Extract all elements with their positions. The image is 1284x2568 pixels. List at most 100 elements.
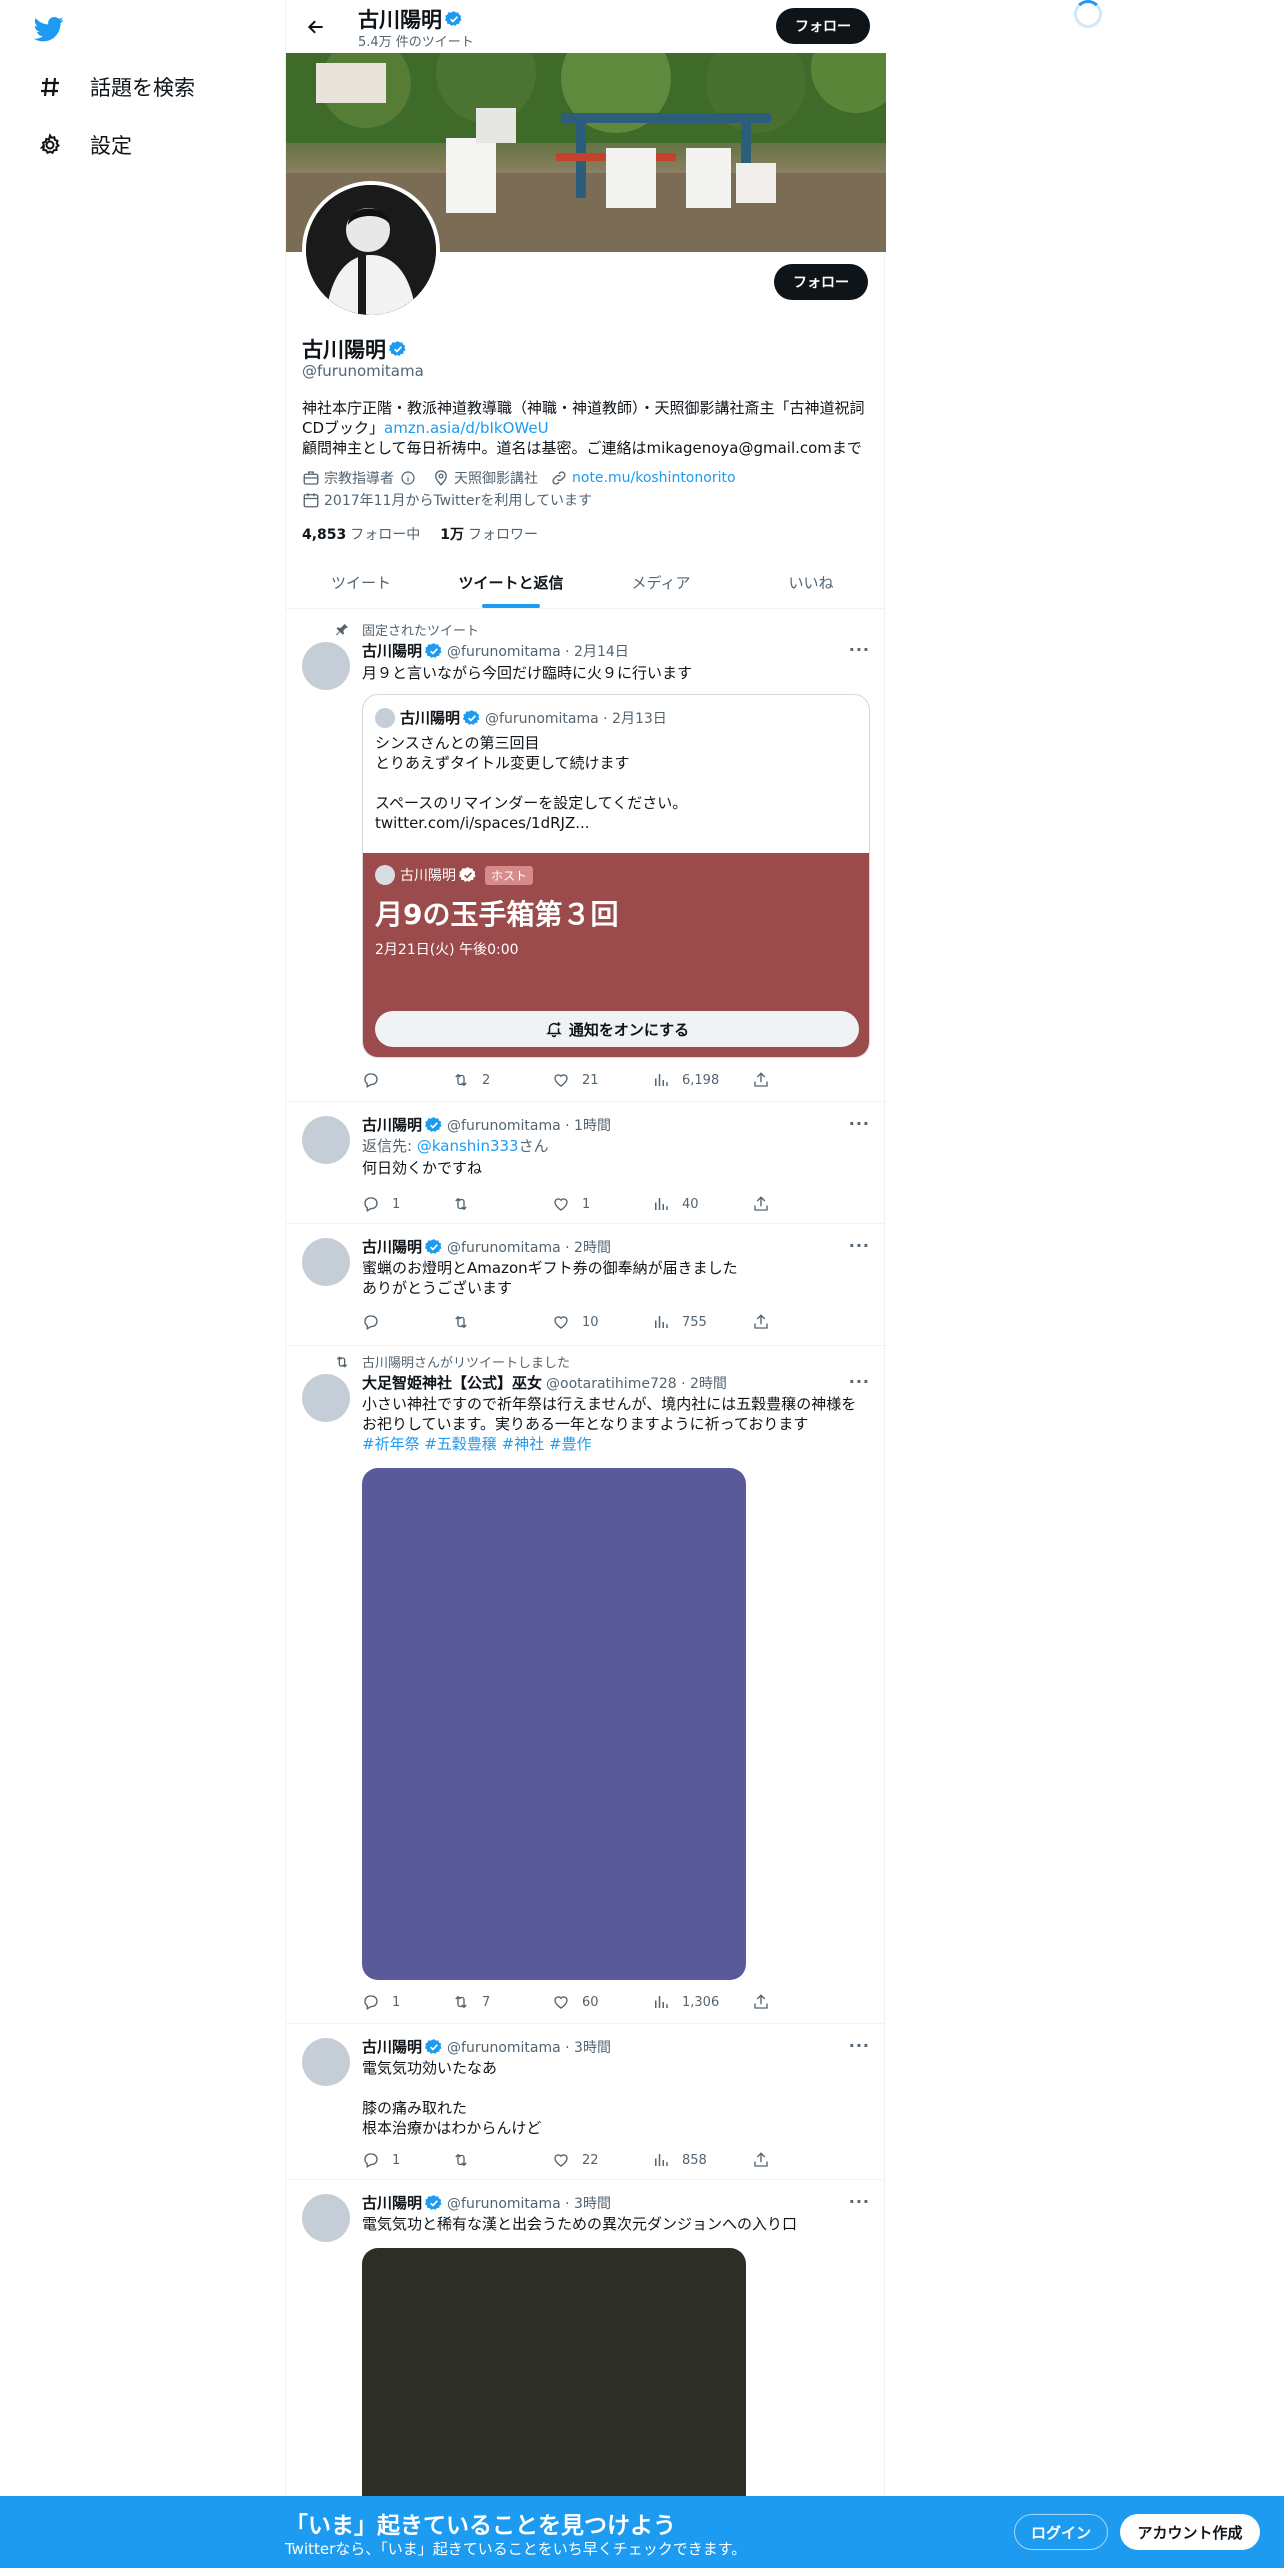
follow-stats: 4,853 フォロー中 1万 フォロワー: [302, 524, 558, 544]
profile-avatar[interactable]: [302, 181, 440, 319]
followers-link[interactable]: 1万 フォロワー: [440, 524, 538, 544]
space-date: 2月21日(火) 午後0:00: [375, 942, 519, 958]
share-button[interactable]: [752, 1194, 792, 1214]
reply-button[interactable]: 1: [362, 2150, 452, 2170]
tweet-avatar[interactable]: [302, 1238, 350, 1286]
tab-media[interactable]: メディア: [586, 556, 736, 608]
profile-category: 宗教指導者: [302, 468, 420, 488]
tweet-avatar[interactable]: [302, 1374, 350, 1422]
tweet-pinned[interactable]: 固定されたツイート 古川陽明 @furunomitama · 2月14日 ···…: [286, 610, 886, 1102]
profile-follow-button[interactable]: フォロー: [774, 264, 868, 300]
more-options-icon[interactable]: ···: [849, 2036, 870, 2055]
tweet-retweet[interactable]: 古川陽明さんがリツイートしました 大足智姫神社【公式】巫女 @ootaratih…: [286, 1346, 886, 2024]
views-chart-icon: [655, 2154, 668, 2166]
heart-icon: [554, 2154, 568, 2167]
views-button[interactable]: 1,306: [652, 1992, 752, 2012]
like-button[interactable]: 10: [552, 1312, 652, 1332]
tweet-header: 古川陽明 @furunomitama · 2時間: [362, 1238, 611, 1256]
share-button[interactable]: [752, 1312, 792, 1332]
tab-likes[interactable]: いいね: [736, 556, 886, 608]
signup-button[interactable]: アカウント作成: [1120, 2514, 1260, 2550]
verified-badge-icon: [425, 2038, 442, 2054]
more-options-icon[interactable]: ···: [849, 640, 870, 659]
host-badge: ホスト: [485, 865, 534, 885]
like-button[interactable]: 21: [552, 1070, 652, 1090]
tweet-header: 古川陽明 @furunomitama · 1時間: [362, 1116, 611, 1134]
profile-bio: 神社本庁正階・教派神道教導職（神職・神道教師）・天照御影講社斎主「古神道祝詞CD…: [302, 399, 865, 457]
link-icon: [552, 471, 566, 485]
reply-button[interactable]: [362, 1312, 452, 1332]
nav-explore-label: 話題を検索: [90, 76, 195, 100]
quoted-tweet[interactable]: 古川陽明 @furunomitama · 2月13日 シンスさんとの第三回目 と…: [362, 694, 870, 1058]
tweet-avatar[interactable]: [302, 1116, 350, 1164]
tweet-reply[interactable]: 古川陽明 @furunomitama · 1時間 ··· 返信先: @kansh…: [286, 1102, 886, 1224]
reply-button[interactable]: 1: [362, 1194, 452, 1214]
verified-badge-icon: [425, 2194, 442, 2210]
views-button[interactable]: 755: [652, 1312, 752, 1332]
info-icon[interactable]: [400, 470, 416, 486]
share-icon: [754, 2152, 768, 2167]
retweet-button[interactable]: 2: [452, 1070, 552, 1090]
space-card[interactable]: 古川陽明 ホスト 月9の玉手箱第３回 2月21日(火) 午後0:00 通知をオン…: [363, 853, 869, 1057]
loading-spinner-icon: [1074, 0, 1102, 28]
like-button[interactable]: 60: [552, 1992, 652, 2012]
bio-link[interactable]: amzn.asia/d/bIkOWeU: [384, 419, 549, 437]
views-button[interactable]: 6,198: [652, 1070, 752, 1090]
tweet-actions: 10 755: [362, 1312, 802, 1332]
views-button[interactable]: 40: [652, 1194, 752, 1214]
like-button[interactable]: 1: [552, 1194, 652, 1214]
reply-button[interactable]: [362, 1070, 452, 1090]
verified-badge-icon: [425, 1116, 442, 1132]
profile-website[interactable]: note.mu/koshintonorito: [550, 469, 736, 487]
following-link[interactable]: 4,853 フォロー中: [302, 524, 420, 544]
retweet-button[interactable]: [452, 1194, 552, 1214]
more-options-icon[interactable]: ···: [849, 1114, 870, 1133]
tweet-header: 古川陽明 @furunomitama · 3時間: [362, 2194, 611, 2212]
header-follow-button[interactable]: フォロー: [776, 8, 870, 44]
tweet-gift[interactable]: 古川陽明 @furunomitama · 2時間 ··· 蜜蝋のお燈明とAmaz…: [286, 1224, 886, 1346]
verified-badge-icon: [425, 642, 442, 658]
retweet-context: 古川陽明さんがリツイートしました: [336, 1352, 570, 1371]
like-button[interactable]: 22: [552, 2150, 652, 2170]
profile-handle: @furunomitama: [302, 362, 424, 380]
more-options-icon[interactable]: ···: [849, 1236, 870, 1255]
nav-settings[interactable]: 設定: [28, 120, 140, 170]
share-button[interactable]: [752, 1070, 792, 1090]
heart-icon: [554, 1198, 568, 1211]
nav-explore[interactable]: 話題を検索: [28, 62, 203, 112]
profile-column: 古川陽明 5.4万 件のツイート フォロー フォロー 古川陽明 @furunom…: [285, 0, 886, 2568]
tweet-avatar[interactable]: [302, 2194, 350, 2242]
tweet-actions: 1 7 60 1,306: [362, 1992, 802, 2012]
heart-icon: [554, 1316, 568, 1329]
views-button[interactable]: 858: [652, 2150, 752, 2170]
tweet-hashtags[interactable]: #祈年祭 #五穀豊穣 #神社 #豊作: [362, 1434, 870, 1454]
retweet-button[interactable]: 7: [452, 1992, 552, 2012]
tweet-kikou[interactable]: 古川陽明 @furunomitama · 3時間 ··· 電気気功効いたなあ 膝…: [286, 2024, 886, 2180]
retweet-button[interactable]: [452, 2150, 552, 2170]
tweet-text: 電気気功と稀有な漢と出会うための異次元ダンジョンへの入り口: [362, 2215, 798, 2233]
share-button[interactable]: [752, 2150, 792, 2170]
more-options-icon[interactable]: ···: [849, 2192, 870, 2211]
header-tweet-count: 5.4万 件のツイート: [358, 35, 474, 50]
share-button[interactable]: [752, 1992, 792, 2012]
tweet-header: 古川陽明 @furunomitama · 3時間: [362, 2038, 611, 2056]
tab-tweets[interactable]: ツイート: [286, 556, 436, 608]
notify-on-button[interactable]: 通知をオンにする: [375, 1011, 859, 1047]
more-options-icon[interactable]: ···: [849, 1372, 870, 1391]
tweet-avatar[interactable]: [302, 2038, 350, 2086]
reply-button[interactable]: 1: [362, 1992, 452, 2012]
verified-badge-icon: [389, 341, 406, 356]
retweet-button[interactable]: [452, 1312, 552, 1332]
verified-badge-icon: [425, 1238, 442, 1254]
signup-banner-title: 「いま」起きていることを見つけよう: [285, 2513, 676, 2539]
twitter-bird-icon[interactable]: [32, 14, 66, 44]
tab-tweets-and-replies[interactable]: ツイートと返信: [436, 556, 586, 608]
login-button[interactable]: ログイン: [1014, 2514, 1108, 2550]
tweet-media-image[interactable]: [362, 1468, 746, 1980]
tweet-text: 電気気功効いたなあ 膝の痛み取れた 根本治療かはわからんけど: [362, 2059, 542, 2137]
pin-icon: [336, 623, 348, 635]
profile-joined: 2017年11月からTwitterを利用しています: [302, 490, 604, 510]
heart-icon: [554, 1996, 568, 2009]
tweet-avatar[interactable]: [302, 642, 350, 690]
back-arrow-icon[interactable]: [302, 13, 330, 41]
